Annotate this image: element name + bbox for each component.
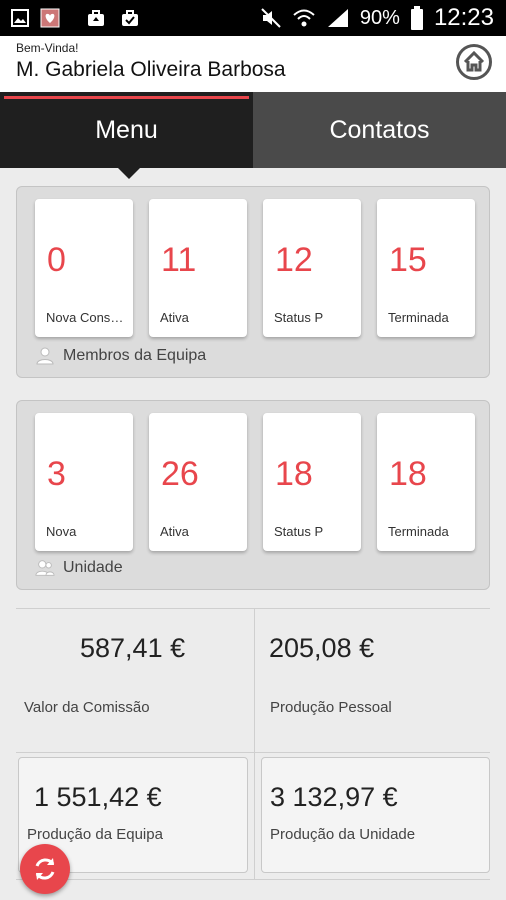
metric-value: 1 551,42 € — [34, 782, 162, 812]
tab-menu-label: Menu — [95, 115, 158, 144]
mute-icon — [261, 8, 281, 28]
tab-contatos[interactable]: Contatos — [253, 92, 506, 168]
active-tab-indicator — [4, 96, 249, 99]
home-button[interactable] — [456, 44, 492, 80]
team-card-terminada[interactable]: 15 Terminada — [377, 199, 475, 337]
card-label: Status P — [274, 310, 324, 325]
unit-card-status-p[interactable]: 18 Status P — [263, 413, 361, 551]
card-value: 12 — [275, 241, 313, 279]
team-card-ativa[interactable]: 11 Ativa — [149, 199, 247, 337]
user-name: M. Gabriela Oliveira Barbosa — [16, 58, 286, 81]
team-panel: 0 Nova Consul... 11 Ativa 12 Status P 15… — [16, 186, 490, 378]
person-icon — [36, 347, 54, 365]
briefcase-check-icon — [122, 10, 138, 26]
team-card-nova-consultora[interactable]: 0 Nova Consul... — [35, 199, 133, 337]
tab-bar: Menu Contatos — [0, 92, 506, 168]
metric-label: Produção da Equipa — [27, 826, 163, 843]
unit-card-nova[interactable]: 3 Nova — [35, 413, 133, 551]
card-label: Terminada — [388, 310, 449, 325]
card-value: 0 — [47, 241, 66, 279]
image-icon — [11, 9, 29, 27]
header: Bem-Vinda! M. Gabriela Oliveira Barbosa — [0, 36, 506, 92]
metric-value: 205,08 € — [269, 633, 375, 663]
unit-card-ativa[interactable]: 26 Ativa — [149, 413, 247, 551]
card-label: Terminada — [388, 524, 449, 539]
card-value: 18 — [275, 455, 313, 493]
signal-icon — [327, 9, 348, 27]
status-bar: 90% 12:23 — [0, 0, 506, 36]
heart-icon — [40, 8, 60, 28]
card-value: 11 — [161, 241, 197, 279]
tab-contatos-label: Contatos — [329, 115, 430, 144]
card-value: 26 — [161, 455, 199, 493]
card-label: Nova — [46, 524, 77, 539]
wifi-icon — [293, 9, 315, 27]
tab-menu[interactable]: Menu — [0, 92, 253, 168]
card-value: 18 — [389, 455, 427, 493]
welcome-text: Bem-Vinda! — [16, 41, 79, 55]
metrics-grid: 587,41 € Valor da Comissão 205,08 € Prod… — [16, 608, 490, 880]
metric-label: Produção da Unidade — [270, 826, 416, 843]
metric-comissao[interactable]: 587,41 € Valor da Comissão — [16, 609, 254, 752]
card-value: 15 — [389, 241, 427, 279]
team-panel-title: Membros da Equipa — [63, 347, 207, 364]
unit-panel-title: Unidade — [63, 559, 123, 576]
card-label: Status P — [274, 524, 324, 539]
divider — [16, 752, 490, 753]
card-label: Ativa — [160, 524, 189, 539]
clock: 12:23 — [433, 4, 494, 31]
tab-pointer — [118, 168, 140, 179]
card-value: 3 — [47, 455, 66, 493]
people-icon — [35, 560, 55, 576]
card-label: Ativa — [160, 310, 189, 325]
team-card-status-p[interactable]: 12 Status P — [263, 199, 361, 337]
briefcase-upload-icon — [88, 10, 104, 26]
card-label: Nova Consul... — [46, 310, 130, 325]
metric-producao-pessoal[interactable]: 205,08 € Produção Pessoal — [255, 609, 490, 752]
battery-percent: 90% — [359, 6, 400, 29]
home-icon — [463, 50, 485, 72]
refresh-button[interactable] — [20, 844, 70, 894]
metric-producao-unidade[interactable]: 3 132,97 € Produção da Unidade — [261, 757, 490, 873]
team-panel-footer: Membros da Equipa — [35, 347, 206, 365]
unit-card-terminada[interactable]: 18 Terminada — [377, 413, 475, 551]
battery-icon — [410, 6, 423, 30]
unit-panel: 3 Nova 26 Ativa 18 Status P 18 Terminada… — [16, 400, 490, 590]
metric-value: 587,41 € — [80, 633, 186, 663]
metric-label: Valor da Comissão — [24, 699, 150, 716]
unit-panel-footer: Unidade — [35, 559, 123, 577]
refresh-icon — [35, 858, 55, 880]
metric-label: Produção Pessoal — [270, 699, 392, 716]
metric-value: 3 132,97 € — [270, 782, 398, 812]
